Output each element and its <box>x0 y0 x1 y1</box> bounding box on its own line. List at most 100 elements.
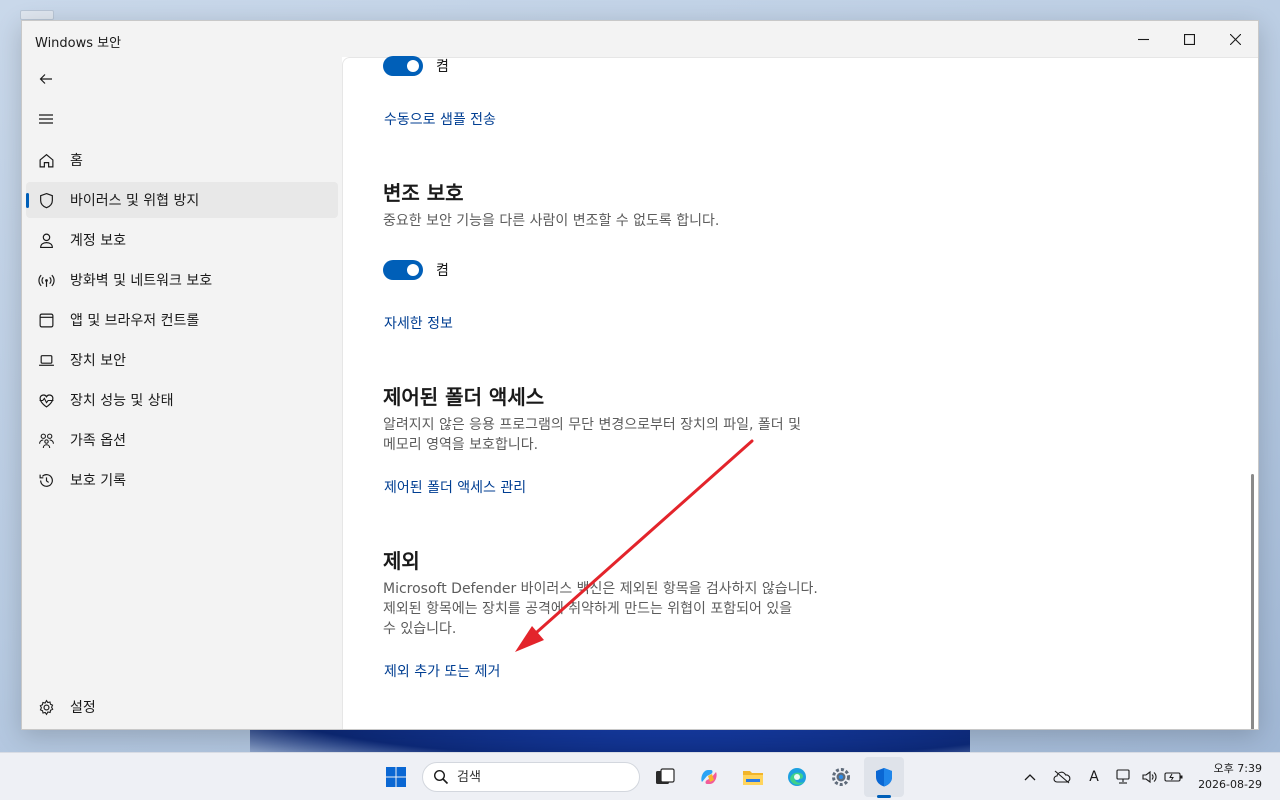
sidebar-item-label: 홈 <box>70 153 83 169</box>
sidebar-item-device-security[interactable]: 장치 보안 <box>26 342 338 378</box>
toggle-state-label: 켬 <box>436 263 449 279</box>
sidebar-item-family-options[interactable]: 가족 옵션 <box>26 422 338 458</box>
maximize-icon <box>1183 33 1195 45</box>
manage-controlled-folder-access-link[interactable]: 제어된 폴더 액세스 관리 <box>384 477 526 497</box>
tamper-toggle-row: 켬 <box>383 260 449 280</box>
sidebar-item-label: 앱 및 브라우저 컨트롤 <box>70 313 200 329</box>
edge-button[interactable] <box>777 757 817 797</box>
close-button[interactable] <box>1212 21 1258 57</box>
sidebar-item-label: 방화벽 및 네트워크 보호 <box>70 273 213 289</box>
section-title-exclusions: 제외 <box>383 549 420 573</box>
heart-pulse-icon <box>36 390 56 410</box>
sidebar-item-firewall[interactable]: 방화벽 및 네트워크 보호 <box>26 262 338 298</box>
windows-security-window: Windows 보안 홈 바이러스 및 위협 방지 계정 보호 방화벽 및 네트… <box>21 20 1259 730</box>
windows-security-icon <box>876 768 892 787</box>
tamper-protection-toggle[interactable] <box>383 260 423 280</box>
sidebar-item-protection-history[interactable]: 보호 기록 <box>26 462 338 498</box>
input-method-indicator[interactable]: A <box>1084 767 1104 787</box>
copilot-icon <box>701 770 717 784</box>
sidebar-item-label: 보호 기록 <box>70 473 126 489</box>
title-bar[interactable]: Windows 보안 <box>22 21 1258 57</box>
back-button[interactable] <box>34 67 58 91</box>
app-window-icon <box>36 310 56 330</box>
sidebar-item-label: 장치 성능 및 상태 <box>70 393 174 409</box>
exclusions-description-line2: 제외된 항목에는 장치를 공격에 취약하게 만드는 위협이 포함되어 있을 <box>383 601 793 617</box>
sidebar-item-virus-threat-protection[interactable]: 바이러스 및 위협 방지 <box>26 182 338 218</box>
battery-tray-button[interactable] <box>1164 767 1184 787</box>
laptop-icon <box>36 350 56 370</box>
settings-icon <box>832 768 850 786</box>
system-clock[interactable]: 오후 7:39 2026-08-29 <box>1198 761 1262 793</box>
settings-label: 설정 <box>70 700 96 716</box>
add-remove-exclusions-link[interactable]: 제외 추가 또는 제거 <box>384 661 500 681</box>
hamburger-icon <box>39 114 53 124</box>
more-info-link[interactable]: 자세한 정보 <box>384 313 453 333</box>
taskbar-search[interactable] <box>422 762 640 792</box>
maximize-button[interactable] <box>1166 21 1212 57</box>
start-button[interactable] <box>376 757 416 797</box>
minimize-icon <box>1137 38 1149 40</box>
main-content: 켬 수동으로 샘플 전송 변조 보호 중요한 보안 기능을 다른 사람이 변조할… <box>342 56 1258 729</box>
vertical-scrollbar[interactable] <box>1251 474 1254 729</box>
sidebar-item-label: 가족 옵션 <box>70 433 126 449</box>
tamper-protection-description: 중요한 보안 기능을 다른 사람이 변조할 수 없도록 합니다. <box>383 213 720 229</box>
history-icon <box>36 470 56 490</box>
exclusions-description-line3: 수 있습니다. <box>383 621 457 637</box>
manual-submit-sample-link[interactable]: 수동으로 샘플 전송 <box>384 109 496 129</box>
settings-app-button[interactable] <box>821 757 861 797</box>
sidebar-item-home[interactable]: 홈 <box>26 142 338 178</box>
close-icon <box>1229 33 1241 45</box>
active-app-indicator <box>877 795 891 798</box>
sidebar-item-label: 장치 보안 <box>70 353 126 369</box>
section-title-tamper-protection: 변조 보호 <box>383 181 464 205</box>
network-tray-button[interactable] <box>1114 767 1134 787</box>
clock-date: 2026-08-29 <box>1198 778 1262 791</box>
sidebar-item-account-protection[interactable]: 계정 보호 <box>26 222 338 258</box>
onedrive-tray-button[interactable] <box>1052 767 1072 787</box>
sidebar-item-app-browser-control[interactable]: 앱 및 브라우저 컨트롤 <box>26 302 338 338</box>
back-arrow-icon <box>39 74 52 84</box>
toggle-state-label: 켬 <box>436 59 449 75</box>
search-icon <box>433 769 449 785</box>
sidebar-item-label: 계정 보호 <box>70 233 126 249</box>
volume-tray-button[interactable] <box>1140 767 1160 787</box>
shield-icon <box>36 190 56 210</box>
chevron-up-icon <box>1024 774 1036 781</box>
sidebar-item-device-performance[interactable]: 장치 성능 및 상태 <box>26 382 338 418</box>
minimize-button[interactable] <box>1120 21 1166 57</box>
wireless-icon <box>36 270 56 290</box>
network-icon <box>1116 769 1130 784</box>
home-icon <box>36 150 56 170</box>
section-title-controlled-folder-access: 제어된 폴더 액세스 <box>383 385 545 409</box>
sidebar-item-label: 바이러스 및 위협 방지 <box>70 193 200 209</box>
task-view-icon <box>656 768 675 784</box>
file-explorer-icon <box>743 771 763 785</box>
show-hidden-icons-button[interactable] <box>1020 767 1040 787</box>
desktop-icon[interactable] <box>20 10 54 20</box>
edge-icon <box>788 768 806 786</box>
realtime-toggle-row: 켬 <box>383 56 449 76</box>
task-view-button[interactable] <box>645 757 685 797</box>
exclusions-description-line1: Microsoft Defender 바이러스 백신은 제외된 항목을 검사하지… <box>383 581 818 597</box>
cfa-description-line1: 알려지지 않은 응용 프로그램의 무단 변경으로부터 장치의 파일, 폴더 및 <box>383 417 802 433</box>
person-icon <box>36 230 56 250</box>
ime-mode-label: A <box>1089 769 1099 785</box>
cloud-offline-icon <box>1053 770 1071 784</box>
window-title: Windows 보안 <box>35 36 122 51</box>
copilot-button[interactable] <box>689 757 729 797</box>
taskbar: A 오후 7:39 2026-08-29 <box>0 752 1280 800</box>
sidebar: 홈 바이러스 및 위협 방지 계정 보호 방화벽 및 네트워크 보호 앱 및 브… <box>22 57 342 729</box>
battery-charging-icon <box>1164 772 1183 782</box>
file-explorer-button[interactable] <box>733 757 773 797</box>
speaker-icon <box>1142 770 1157 784</box>
search-input[interactable] <box>457 769 607 785</box>
start-icon <box>386 767 406 787</box>
menu-button[interactable] <box>34 107 58 131</box>
toggle-switch-on[interactable] <box>383 56 423 76</box>
sidebar-item-settings[interactable]: 설정 <box>26 689 338 725</box>
windows-security-taskbar-button[interactable] <box>864 757 904 797</box>
family-icon <box>36 430 56 450</box>
clock-time: 오후 7:39 <box>1213 762 1262 775</box>
settings-gear-icon <box>36 697 56 717</box>
cfa-description-line2: 메모리 영역을 보호합니다. <box>383 437 539 453</box>
